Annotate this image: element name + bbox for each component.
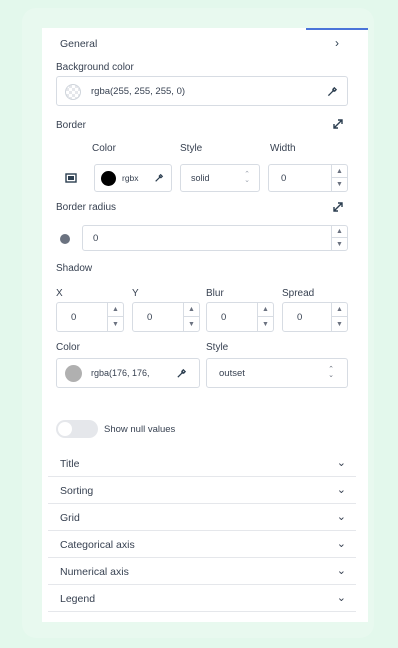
radius-dot-icon	[60, 234, 70, 244]
section-label: Title	[60, 458, 80, 470]
border-color-field[interactable]: rgbx	[94, 164, 172, 192]
shadow-x-label: X	[56, 288, 63, 299]
stepper-up-icon[interactable]: ▲	[184, 303, 199, 317]
chevron-down-icon: ⌄	[336, 484, 346, 496]
border-radius-label: Border radius	[56, 202, 117, 213]
border-link-icon[interactable]	[332, 118, 344, 130]
background-color-label: Background color	[56, 62, 134, 73]
chevron-right-icon[interactable]: ›	[330, 36, 344, 50]
stepper-down-icon[interactable]: ▼	[258, 317, 273, 331]
border-style-select[interactable]: solid ⌃ ⌄	[180, 164, 260, 192]
chevron-down-icon: ⌄	[336, 592, 346, 604]
shadow-spread-field[interactable]: 0 ▲ ▼	[282, 302, 348, 332]
shadow-x-stepper[interactable]: ▲ ▼	[107, 303, 123, 331]
section-label: Grid	[60, 512, 80, 524]
shadow-color-swatch	[65, 365, 82, 382]
border-width-label: Width	[270, 143, 296, 154]
stepper-up-icon[interactable]: ▲	[108, 303, 123, 317]
shadow-label: Shadow	[56, 263, 93, 274]
select-updown-icon: ⌃ ⌄	[244, 171, 250, 184]
chevron-down-icon: ⌄	[336, 511, 346, 523]
shadow-blur-stepper[interactable]: ▲ ▼	[257, 303, 273, 331]
toggle-knob	[58, 422, 72, 436]
background-color-field[interactable]: rgba(255, 255, 255, 0)	[56, 76, 348, 106]
border-eyedropper-icon[interactable]	[153, 172, 165, 184]
shadow-x-value: 0	[71, 312, 77, 323]
transparent-swatch-icon	[65, 84, 81, 100]
section-label: Legend	[60, 593, 96, 605]
shadow-y-label: Y	[132, 288, 139, 299]
border-width-value: 0	[281, 173, 287, 184]
stepper-down-icon[interactable]: ▼	[332, 238, 347, 250]
border-radius-stepper[interactable]: ▲ ▼	[331, 226, 347, 250]
stepper-up-icon[interactable]: ▲	[258, 303, 273, 317]
general-title: General	[60, 38, 98, 50]
shadow-eyedropper-icon[interactable]	[175, 367, 187, 379]
stepper-down-icon[interactable]: ▼	[332, 178, 347, 191]
stepper-down-icon[interactable]: ▼	[108, 317, 123, 331]
section-title[interactable]: Title ⌄	[48, 451, 356, 477]
select-updown-icon: ⌃ ⌄	[328, 366, 334, 379]
shadow-y-field[interactable]: 0 ▲ ▼	[132, 302, 200, 332]
section-legend[interactable]: Legend ⌄	[48, 586, 356, 612]
shadow-y-value: 0	[147, 312, 153, 323]
border-radius-value: 0	[93, 233, 99, 244]
shadow-blur-field[interactable]: 0 ▲ ▼	[206, 302, 274, 332]
section-label: Sorting	[60, 485, 94, 497]
shadow-style-value: outset	[219, 368, 245, 379]
shadow-style-select[interactable]: outset ⌃ ⌄	[206, 358, 348, 388]
border-radius-field[interactable]: 0 ▲ ▼	[82, 225, 348, 251]
section-grid[interactable]: Grid ⌄	[48, 505, 356, 531]
settings-panel: General › Background color rgba(255, 255…	[42, 28, 368, 622]
stepper-up-icon[interactable]: ▲	[332, 165, 347, 178]
stepper-down-icon[interactable]: ▼	[184, 317, 199, 331]
chevron-down-icon: ⌄	[336, 565, 346, 577]
chevron-down-icon: ⌄	[336, 538, 346, 550]
border-style-value: solid	[191, 173, 210, 183]
border-side-icon[interactable]	[64, 171, 78, 185]
stepper-up-icon[interactable]: ▲	[332, 303, 347, 317]
stepper-down-icon[interactable]: ▼	[332, 317, 347, 331]
stepper-up-icon[interactable]: ▲	[332, 226, 347, 238]
shadow-x-field[interactable]: 0 ▲ ▼	[56, 302, 124, 332]
shadow-spread-value: 0	[297, 312, 303, 323]
shadow-spread-label: Spread	[282, 288, 315, 299]
shadow-y-stepper[interactable]: ▲ ▼	[183, 303, 199, 331]
eyedropper-icon[interactable]	[325, 84, 339, 98]
radius-link-icon[interactable]	[332, 201, 344, 213]
shadow-style-label: Style	[206, 342, 229, 353]
border-color-value: rgbx	[122, 173, 139, 183]
shadow-color-value: rgba(176, 176,	[91, 368, 150, 378]
shadow-color-label: Color	[56, 342, 80, 353]
border-style-label: Style	[180, 143, 203, 154]
top-accent-line	[306, 28, 368, 30]
section-sorting[interactable]: Sorting ⌄	[48, 478, 356, 504]
border-width-field[interactable]: 0 ▲ ▼	[268, 164, 348, 192]
shadow-spread-stepper[interactable]: ▲ ▼	[331, 303, 347, 331]
border-color-swatch	[101, 171, 116, 186]
border-label: Border	[56, 120, 87, 131]
border-color-label: Color	[92, 143, 116, 154]
section-label: Categorical axis	[60, 539, 135, 551]
background-color-value: rgba(255, 255, 255, 0)	[91, 86, 186, 97]
section-numerical-axis[interactable]: Numerical axis ⌄	[48, 559, 356, 585]
shadow-blur-value: 0	[221, 312, 227, 323]
shadow-blur-label: Blur	[206, 288, 224, 299]
border-width-stepper[interactable]: ▲ ▼	[331, 165, 347, 191]
section-label: Numerical axis	[60, 566, 129, 578]
section-categorical-axis[interactable]: Categorical axis ⌄	[48, 532, 356, 558]
shadow-color-field[interactable]: rgba(176, 176,	[56, 358, 200, 388]
show-null-toggle[interactable]	[56, 420, 98, 438]
show-null-label: Show null values	[104, 424, 176, 435]
chevron-down-icon: ⌄	[336, 457, 346, 469]
